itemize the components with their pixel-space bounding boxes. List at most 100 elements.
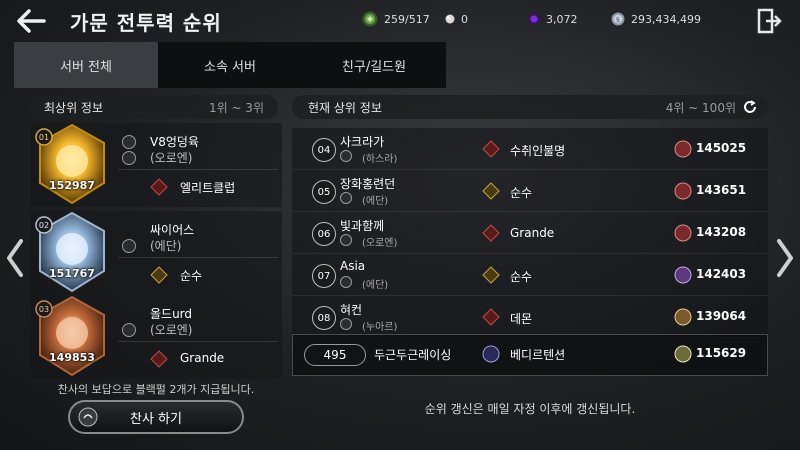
player-server: (하스라) — [362, 154, 398, 165]
player-name: 빛과함께 — [340, 219, 385, 233]
power-score: 139064 — [696, 309, 747, 323]
guild-emblem-icon — [150, 350, 168, 368]
guild-emblem-icon — [150, 266, 168, 284]
guild-emblem-icon — [150, 178, 168, 196]
rank-number: 07 — [312, 264, 336, 288]
guild-emblem-icon — [482, 345, 500, 363]
rank-number: 08 — [312, 306, 336, 330]
top-rank-entry-2[interactable]: 02 151767 싸이어스 (에단) 순수 — [30, 211, 282, 295]
bronze-medal-icon: 03 — [35, 295, 105, 377]
current-ranks-range-wrap: 4위 ~ 100위 — [666, 99, 758, 116]
divider — [118, 169, 278, 170]
guild-name: 수취인불명 — [510, 144, 566, 158]
server-icon — [122, 151, 136, 165]
player-name: 싸이어스 — [150, 223, 195, 237]
resource-purple-crystal: 3,072 — [528, 10, 578, 28]
purple-crystal-count: 3,072 — [546, 12, 578, 26]
rank-number: 06 — [312, 222, 336, 246]
rank-row[interactable]: 06 빛과함께 (오로엔) Grande 143208 — [292, 212, 768, 254]
tab-my-server[interactable]: 소속 서버 — [158, 42, 302, 88]
back-arrow-icon[interactable] — [14, 6, 48, 36]
top-rank-entry-3[interactable]: 03 149853 올드urd (오로엔) Grande — [30, 295, 282, 379]
power-emblem-icon — [674, 345, 692, 363]
player-name: Asia — [340, 259, 366, 273]
svg-text:$: $ — [616, 16, 620, 24]
server-icon — [340, 318, 352, 330]
tab-friends-guild[interactable]: 친구/길드원 — [302, 42, 446, 88]
player-name: V8엉덩육 — [150, 135, 199, 149]
player-name: 사크라가 — [340, 135, 385, 149]
gold-medal-icon: 01 — [35, 123, 105, 205]
rank-number: 02 — [39, 221, 49, 230]
tab-bar: 서버 전체 소속 서버 친구/길드원 — [14, 42, 446, 88]
player-server: (오로엔) — [362, 238, 398, 249]
my-guild-name: 베디르텐션 — [510, 348, 566, 362]
power-emblem-icon — [674, 224, 692, 242]
silver-medal-icon: 02 — [35, 211, 105, 293]
prev-page-arrow-icon[interactable] — [4, 238, 26, 278]
power-score: 145025 — [696, 141, 747, 155]
guild-name: Grande — [180, 351, 225, 365]
top-rank-entry-1[interactable]: 01 152987 V8엉덩육 (오로엔) 엘리트클럽 — [30, 123, 282, 207]
class-icon — [122, 135, 136, 149]
server-icon — [340, 150, 352, 162]
silver-count: 293,434,499 — [631, 12, 701, 26]
player-server: (누아르) — [362, 322, 398, 333]
green-gem-count: 259/517 — [384, 12, 430, 26]
next-page-arrow-icon[interactable] — [774, 238, 796, 278]
guild-name: 엘리트클럽 — [180, 181, 236, 195]
power-score: 152987 — [49, 179, 95, 192]
current-ranks-header: 현재 상위 정보 4위 ~ 100위 — [292, 95, 768, 119]
cheer-button-label: 찬사 하기 — [130, 411, 182, 427]
guild-emblem-icon — [482, 266, 500, 284]
guild-name: 순수 — [510, 186, 533, 200]
guild-emblem-icon — [482, 224, 500, 242]
top-ranks-header: 최상위 정보 1위 ~ 3위 — [30, 95, 278, 119]
refresh-icon[interactable] — [742, 99, 758, 115]
my-player-name: 두근두근레이싱 — [374, 348, 452, 362]
rank-row[interactable]: 05 장화홍련던 (에단) 순수 143651 — [292, 170, 768, 212]
resource-green-gem: 259/517 — [362, 10, 430, 28]
guild-name: 순수 — [180, 269, 203, 283]
player-server: (에단) — [362, 280, 389, 291]
rank-row[interactable]: 08 혀컨 (누아르) 데몬 139064 — [292, 296, 768, 338]
power-score: 151767 — [49, 267, 95, 280]
player-server: (에단) — [362, 196, 389, 207]
player-name: 올드urd — [150, 307, 193, 321]
my-rank-row[interactable]: 495 두근두근레이싱 베디르텐션 115629 — [292, 334, 768, 376]
player-server: (오로엔) — [150, 151, 193, 165]
power-score: 142403 — [696, 267, 747, 281]
purple-crystal-icon — [528, 13, 540, 25]
power-score: 149853 — [49, 351, 95, 364]
exit-icon[interactable] — [756, 8, 782, 34]
tab-all-servers[interactable]: 서버 전체 — [14, 42, 158, 88]
current-ranks-range: 4위 ~ 100위 — [665, 100, 736, 115]
top-ranks-title: 최상위 정보 — [44, 100, 104, 115]
reward-notice: 찬사의 보답으로 블랙펄 2개가 지급됩니다. — [57, 383, 255, 396]
resource-pearl: 0 — [445, 10, 468, 28]
power-emblem-icon — [674, 140, 692, 158]
pearl-count: 0 — [461, 12, 468, 26]
rank-row[interactable]: 07 Asia (에단) 순수 142403 — [292, 254, 768, 296]
divider — [118, 341, 278, 342]
top-ranks-range: 1위 ~ 3위 — [208, 100, 264, 115]
server-icon — [340, 192, 352, 204]
power-emblem-icon — [674, 182, 692, 200]
top-bar: 가문 전투력 순위 259/517 0 3,072 $ 293,434,499 — [0, 0, 800, 40]
player-server: (오로엔) — [150, 323, 193, 337]
server-icon — [122, 239, 136, 253]
power-emblem-icon — [674, 308, 692, 326]
green-gem-icon — [362, 11, 378, 27]
resource-silver: $ 293,434,499 — [611, 10, 701, 28]
update-notice: 순위 갱신은 매일 자정 이후에 갱신됩니다. — [424, 402, 636, 416]
player-server: (에단) — [150, 239, 182, 253]
silver-coin-icon: $ — [611, 12, 625, 26]
divider — [118, 257, 278, 258]
rank-row[interactable]: 04 사크라가 (하스라) 수취인불명 145025 — [292, 128, 768, 170]
my-rank-number: 495 — [304, 344, 366, 366]
cheer-button[interactable]: 찬사 하기 — [68, 400, 244, 434]
power-score: 143651 — [696, 183, 747, 197]
player-name: 혀컨 — [340, 303, 363, 317]
rank-number: 03 — [39, 305, 49, 314]
guild-name: Grande — [510, 226, 555, 240]
